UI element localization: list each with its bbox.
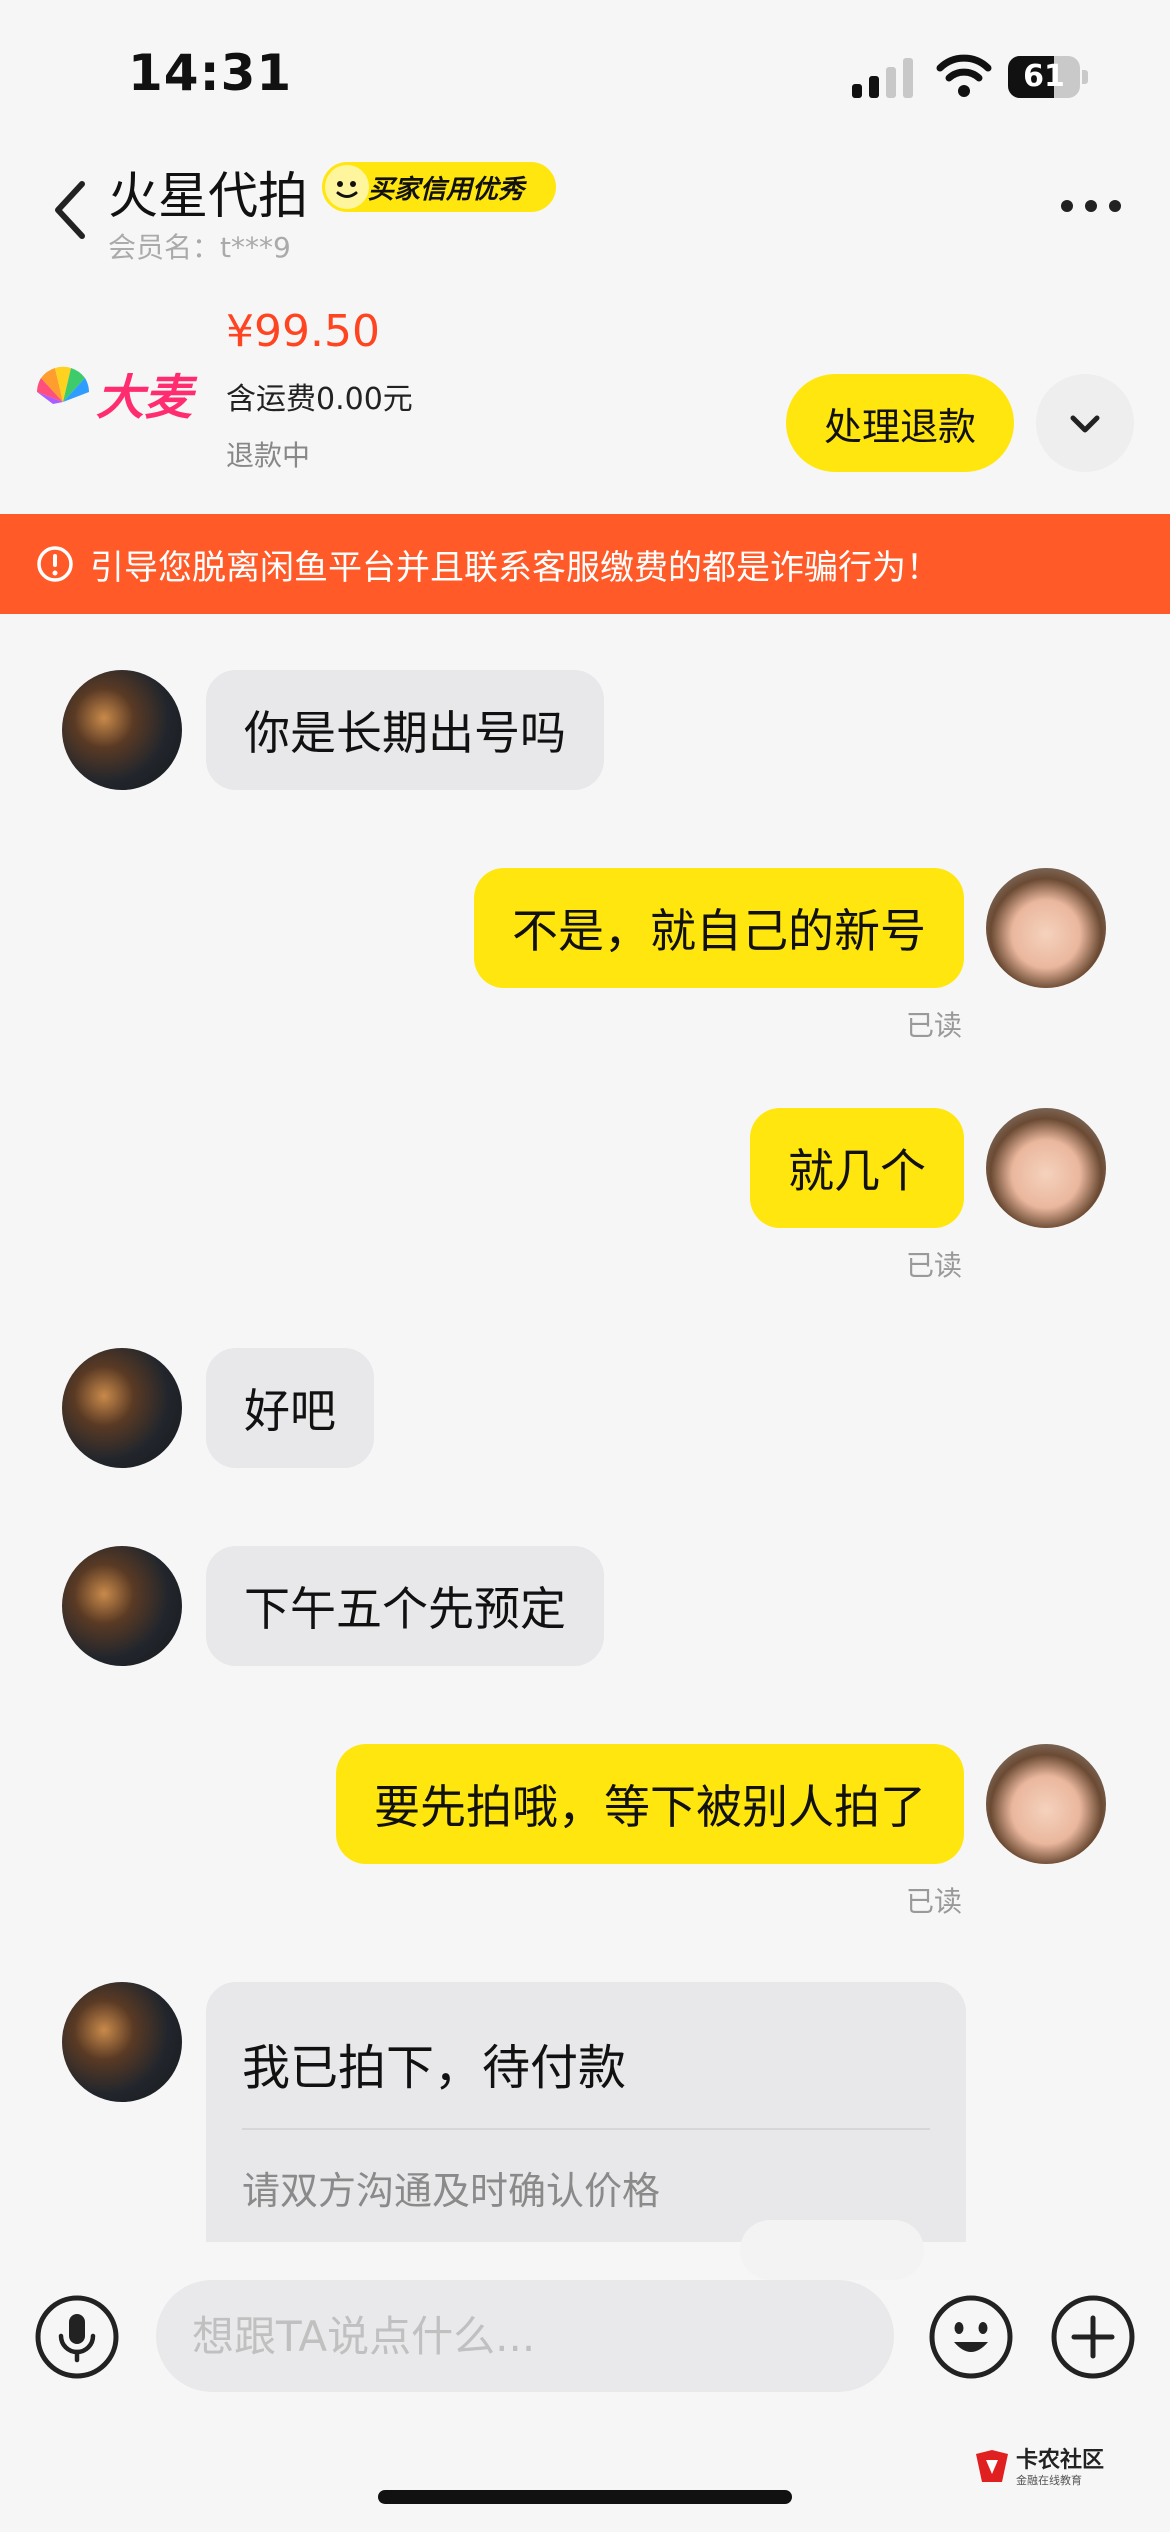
product-logo[interactable]: 大麦: [34, 348, 206, 428]
wifi-icon: [936, 54, 992, 97]
order-card-subtitle: 请双方沟通及时确认价格: [242, 2169, 661, 2213]
plus-icon[interactable]: [1050, 2294, 1136, 2380]
credit-badge-label: 买家信用优秀: [368, 174, 525, 205]
read-receipt: 已读: [905, 1885, 962, 1918]
shipping-fee: 含运费0.00元: [226, 382, 413, 417]
contact-avatar[interactable]: [62, 1546, 182, 1666]
refund-status: 退款中: [226, 439, 311, 472]
message-bubble[interactable]: 你是长期出号吗: [206, 670, 604, 790]
my-avatar[interactable]: [986, 868, 1106, 988]
message-bubble[interactable]: 不是，就自己的新号: [474, 868, 964, 988]
watermark-title: 卡农社区: [1016, 2448, 1105, 2473]
message-input[interactable]: [156, 2280, 894, 2392]
member-name: 会员名：t***9: [108, 231, 291, 264]
my-avatar[interactable]: [986, 1744, 1106, 1864]
smiley-badge-icon: [325, 165, 369, 209]
damai-logo-icon: [37, 366, 89, 404]
more-options-icon[interactable]: [1058, 196, 1124, 216]
microphone-icon[interactable]: [34, 2294, 120, 2380]
cellular-signal-icon: [852, 58, 913, 98]
read-receipt: 已读: [905, 1249, 962, 1282]
status-time: 14:31: [128, 44, 293, 102]
contact-name[interactable]: 火星代拍: [108, 156, 308, 228]
expand-order-button[interactable]: [1036, 374, 1134, 472]
handle-refund-button[interactable]: 处理退款: [786, 374, 1014, 472]
alert-circle-icon: [37, 546, 73, 582]
chevron-down-icon: [1070, 415, 1100, 433]
logo-text: 大麦: [96, 370, 193, 426]
message-bubble[interactable]: 好吧: [206, 1348, 374, 1468]
fraud-warning-banner: 引导您脱离闲鱼平台并且联系客服缴费的都是诈骗行为！: [0, 514, 1170, 614]
back-icon[interactable]: [50, 178, 90, 242]
message-bubble[interactable]: 下午五个先预定: [206, 1546, 604, 1666]
battery-icon: 61: [1008, 56, 1088, 98]
emoji-icon[interactable]: [928, 2294, 1014, 2380]
order-price: ¥99.50: [226, 306, 380, 357]
order-card-action[interactable]: [740, 2220, 924, 2280]
order-status-card[interactable]: 我已拍下，待付款 请双方沟通及时确认价格: [206, 1982, 966, 2242]
order-card-title: 我已拍下，待付款: [242, 2040, 627, 2096]
my-avatar[interactable]: [986, 1108, 1106, 1228]
home-indicator[interactable]: [378, 2490, 792, 2504]
message-bubble[interactable]: 要先拍哦，等下被别人拍了: [336, 1744, 964, 1864]
contact-avatar[interactable]: [62, 1348, 182, 1468]
read-receipt: 已读: [905, 1009, 962, 1042]
watermark-subtitle: 金融在线教育: [1016, 2474, 1082, 2487]
contact-avatar[interactable]: [62, 670, 182, 790]
battery-level: 61: [1023, 59, 1065, 94]
contact-avatar[interactable]: [62, 1982, 182, 2102]
watermark: 卡农社区 金融在线教育: [972, 2440, 1170, 2492]
message-bubble[interactable]: 就几个: [750, 1108, 964, 1228]
divider: [242, 2128, 930, 2130]
watermark-logo-icon: [976, 2450, 1008, 2482]
warning-text: 引导您脱离闲鱼平台并且联系客服缴费的都是诈骗行为！: [90, 547, 940, 588]
